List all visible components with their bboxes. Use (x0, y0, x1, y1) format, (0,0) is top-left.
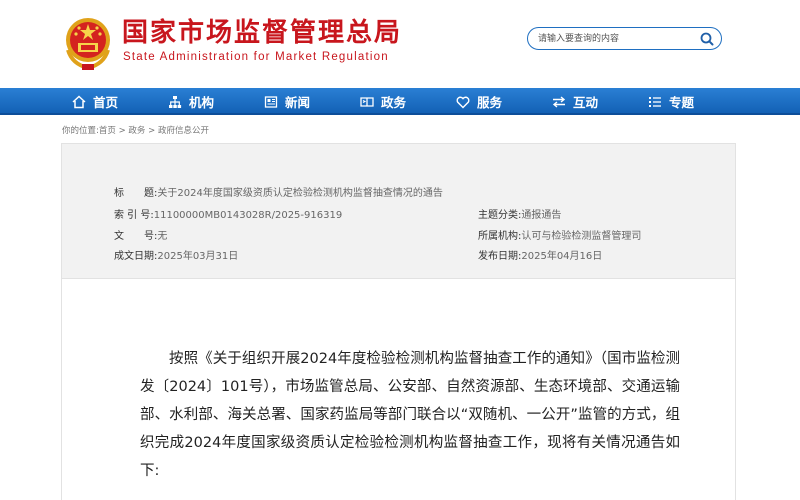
meta-date-label: 成文日期: (114, 251, 158, 262)
meta-publish-value: 2025年04月16日 (521, 251, 603, 262)
breadcrumb-item-government[interactable]: 政务 (128, 126, 145, 136)
meta-doc-value: 无 (157, 231, 168, 242)
nav-item-org[interactable]: 机构 (168, 88, 214, 115)
meta-index-label: 索 引 号: (114, 210, 154, 221)
meta-publish-row: 发布日期:2025年04月16日 (478, 247, 602, 262)
meta-agency-value: 认可与检验检测监督管理司 (521, 231, 642, 242)
meta-index-value: 11100000MB0143028R/2025-916319 (153, 210, 343, 221)
site-subtitle: State Administration for Market Regulati… (123, 51, 389, 63)
nav-item-news[interactable]: 新闻 (264, 88, 310, 115)
meta-title-value: 关于2024年度国家级资质认定检验检测机构监督抽查情况的通告 (157, 188, 443, 199)
government-icon (360, 96, 374, 107)
nav-item-label: 新闻 (285, 95, 311, 110)
breadcrumb: 你的位置:首页 > 政务 > 政府信息公开 (62, 124, 209, 136)
article-paragraph: 按照《关于组织开展2024年度检验检测机构监督抽查工作的通知》（国市监检测发〔2… (140, 351, 680, 479)
nav-item-home[interactable]: 首页 (72, 88, 118, 115)
national-emblem-icon[interactable] (62, 16, 114, 72)
meta-doc-row: 文 号:无 (114, 227, 167, 242)
search-input[interactable] (538, 30, 688, 47)
meta-date-row: 成文日期:2025年03月31日 (114, 247, 238, 262)
list-icon (649, 96, 661, 107)
breadcrumb-prefix: 你的位置: (62, 126, 99, 136)
breadcrumb-separator: > (118, 126, 126, 136)
nav-item-label: 机构 (189, 95, 215, 110)
meta-title-label: 标 题: (114, 188, 158, 199)
article-body: 按照《关于组织开展2024年度检验检测机构监督抽查工作的通知》（国市监检测发〔2… (61, 279, 736, 500)
swap-arrows-icon (552, 95, 566, 108)
document-meta-panel: 标 题:关于2024年度国家级资质认定检验检测机构监督抽查情况的通告 索 引 号… (61, 143, 736, 279)
meta-category-label: 主题分类: (478, 210, 522, 221)
meta-doc-label: 文 号: (114, 231, 158, 242)
meta-index-row: 索 引 号:11100000MB0143028R/2025-916319 (114, 206, 342, 221)
site-header: 国家市场监督管理总局 State Administration for Mark… (0, 0, 800, 88)
breadcrumb-item-disclosure[interactable]: 政府信息公开 (158, 126, 209, 136)
org-chart-icon (169, 95, 182, 108)
news-icon (264, 95, 278, 108)
breadcrumb-separator: > (148, 126, 156, 136)
nav-item-service[interactable]: 服务 (456, 88, 502, 115)
breadcrumb-item-home[interactable]: 首页 (99, 126, 116, 136)
meta-agency-label: 所属机构: (478, 231, 522, 242)
meta-date-value: 2025年03月31日 (157, 251, 239, 262)
main-nav: 首页 机构 新闻 政务 服务 互动 专题 (0, 88, 800, 115)
meta-agency-row: 所属机构:认可与检验检测监督管理司 (478, 227, 641, 242)
home-icon (72, 94, 86, 108)
site-title[interactable]: 国家市场监督管理总局 (122, 18, 402, 48)
meta-title-row: 标 题:关于2024年度国家级资质认定检验检测机构监督抽查情况的通告 (114, 184, 443, 199)
nav-item-government[interactable]: 政务 (360, 88, 406, 115)
nav-item-label: 服务 (477, 95, 503, 110)
meta-category-value: 通报通告 (521, 210, 562, 221)
heart-icon (456, 96, 470, 108)
nav-item-label: 互动 (573, 95, 599, 110)
search-box (527, 27, 722, 50)
nav-item-label: 政务 (381, 95, 407, 110)
nav-item-label: 首页 (93, 95, 119, 110)
nav-item-topics[interactable]: 专题 (648, 88, 694, 115)
meta-category-row: 主题分类:通报通告 (478, 206, 561, 221)
nav-item-label: 专题 (669, 95, 695, 110)
meta-publish-label: 发布日期: (478, 251, 522, 262)
search-icon[interactable] (699, 31, 715, 47)
nav-item-interaction[interactable]: 互动 (552, 88, 598, 115)
